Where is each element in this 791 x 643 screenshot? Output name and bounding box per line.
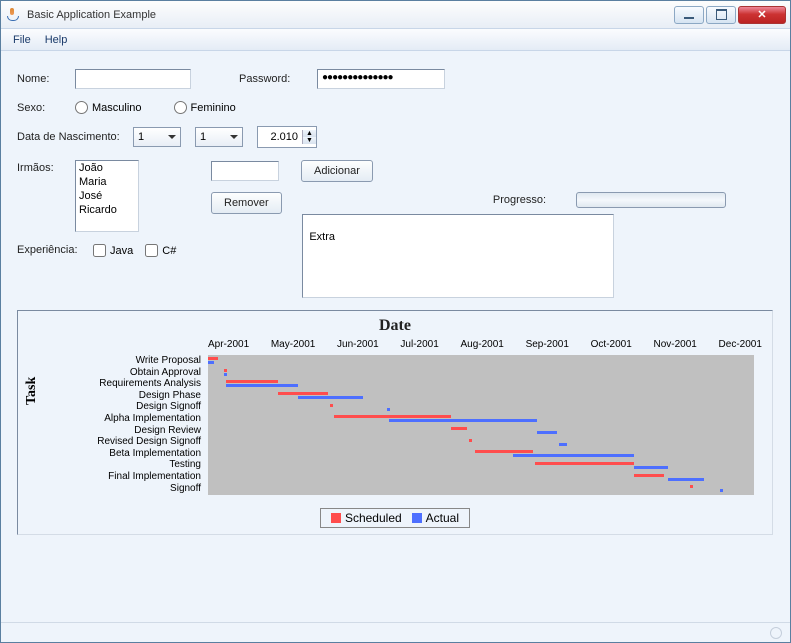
menu-file[interactable]: File: [7, 32, 37, 48]
exp-label: Experiência:: [17, 244, 93, 256]
radio-female[interactable]: Feminino: [174, 101, 236, 114]
remove-button[interactable]: Remover: [211, 192, 282, 214]
siblings-listbox[interactable]: João Maria José Ricardo: [75, 160, 139, 232]
java-icon: [5, 7, 21, 23]
dob-month-combo[interactable]: 1: [195, 127, 243, 147]
x-axis-ticks: Apr-2001 May-2001 Jun-2001 Jul-2001 Aug-…: [208, 339, 762, 350]
menu-help[interactable]: Help: [39, 32, 74, 48]
check-csharp-label: C#: [162, 245, 176, 257]
list-item[interactable]: Ricardo: [76, 203, 138, 217]
progress-bar: [576, 192, 726, 208]
app-window: Basic Application Example File Help Nome…: [0, 0, 791, 643]
check-csharp[interactable]: C#: [145, 244, 176, 257]
password-input[interactable]: ●●●●●●●●●●●●●●: [317, 69, 445, 89]
dob-day-combo[interactable]: 1: [133, 127, 181, 147]
password-label: Password:: [239, 73, 317, 85]
sex-label: Sexo:: [17, 102, 75, 114]
content-area: Nome: Password: ●●●●●●●●●●●●●● Sexo: Mas…: [1, 51, 790, 622]
dob-year-spinner[interactable]: 2.010 ▲▼: [257, 126, 317, 148]
radio-female-label: Feminino: [191, 102, 236, 114]
check-java[interactable]: Java: [93, 244, 133, 257]
chart-title: Date: [18, 317, 772, 335]
title-bar: Basic Application Example: [1, 1, 790, 29]
radio-male[interactable]: Masculino: [75, 101, 142, 114]
status-bar: [1, 622, 790, 642]
spinner-down-icon: ▼: [303, 137, 316, 144]
maximize-button[interactable]: [706, 6, 736, 24]
spinner-up-icon: ▲: [303, 130, 316, 137]
minimize-button[interactable]: [674, 6, 704, 24]
name-input[interactable]: [75, 69, 191, 89]
add-button[interactable]: Adicionar: [301, 160, 373, 182]
plot-area: [208, 355, 754, 495]
status-circle-icon: [770, 627, 782, 639]
legend-swatch-actual: [412, 513, 422, 523]
window-buttons: [674, 6, 786, 24]
list-item[interactable]: João: [76, 161, 138, 175]
legend-swatch-scheduled: [331, 513, 341, 523]
list-item[interactable]: José: [76, 189, 138, 203]
siblings-label: Irmãos:: [17, 160, 75, 174]
progress-label: Progresso:: [493, 194, 546, 206]
gantt-chart: Date Task Apr-2001 May-2001 Jun-2001 Jul…: [17, 310, 773, 535]
window-title: Basic Application Example: [27, 9, 674, 21]
sibling-input[interactable]: [211, 161, 279, 181]
name-label: Nome:: [17, 73, 75, 85]
list-item[interactable]: Maria: [76, 175, 138, 189]
task-labels: Write Proposal Obtain Approval Requireme…: [18, 355, 204, 494]
close-button[interactable]: [738, 6, 786, 24]
dob-label: Data de Nascimento:: [17, 131, 133, 143]
extra-textarea[interactable]: Extra: [302, 214, 614, 298]
radio-male-label: Masculino: [92, 102, 142, 114]
check-java-label: Java: [110, 245, 133, 257]
chart-legend: Scheduled Actual: [18, 508, 772, 528]
menu-bar: File Help: [1, 29, 790, 51]
